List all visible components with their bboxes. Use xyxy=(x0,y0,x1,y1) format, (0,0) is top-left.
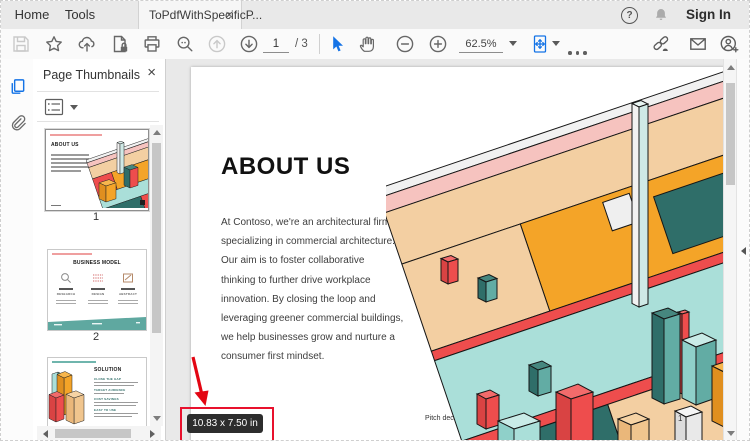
share-people-icon[interactable] xyxy=(719,34,739,54)
tab-document-label: ToPdfWithSpecificP... xyxy=(149,8,263,22)
tab-bar: Home Tools ToPdfWithSpecificP... × ? Sig… xyxy=(1,1,749,30)
expand-tools-pane-icon[interactable] xyxy=(741,247,746,255)
next-page-icon[interactable] xyxy=(239,34,259,54)
panel-horizontal-scrollbar[interactable] xyxy=(37,426,161,440)
right-tools-strip xyxy=(736,59,749,440)
page-heading: ABOUT US xyxy=(221,153,351,180)
mini-illustration-3 xyxy=(48,371,85,425)
mini-heading-3: SOLUTION xyxy=(94,367,122,373)
attachments-paperclip-icon[interactable] xyxy=(8,113,27,132)
zoom-level-value[interactable]: 62.5% xyxy=(459,36,503,53)
thumbnail-page-2[interactable]: BUSINESS MODEL RESEARCH DESIGN ABSTRACT xyxy=(47,249,147,331)
mini-heading-1: ABOUT US xyxy=(51,142,79,148)
tab-document[interactable]: ToPdfWithSpecificP... × xyxy=(138,1,262,29)
panel-hscroll-thumb[interactable] xyxy=(55,429,131,438)
mini-col-abstract: ABSTRACT xyxy=(118,292,138,296)
page-total-label: / 3 xyxy=(295,38,308,50)
mini-sec-1: CLOSE THE GAP xyxy=(94,377,122,381)
fit-dropdown-caret-icon[interactable] xyxy=(552,41,560,46)
panel-scroll-thumb[interactable] xyxy=(152,143,161,333)
notifications-bell-icon[interactable] xyxy=(652,6,670,24)
mini-design-icon xyxy=(93,274,103,282)
panel-scroll-down-icon[interactable] xyxy=(152,416,161,421)
mini-sec-3: COST SAVINGS xyxy=(94,397,119,401)
export-pdf-lock-icon[interactable] xyxy=(110,34,130,54)
panel-title: Page Thumbnails xyxy=(43,68,141,82)
help-icon[interactable]: ? xyxy=(621,7,638,24)
panel-vertical-scrollbar[interactable] xyxy=(150,125,163,426)
toolbar-separator xyxy=(319,34,320,54)
hand-tool-icon[interactable] xyxy=(357,34,377,54)
panel-scroll-left-icon[interactable] xyxy=(43,429,48,438)
document-area: ABOUT US At Contoso, we're an architectu… xyxy=(166,59,749,440)
panel-divider xyxy=(37,91,159,92)
doc-scroll-up-icon[interactable] xyxy=(726,65,735,70)
mini-illustration-1 xyxy=(86,130,148,208)
sign-in-button[interactable]: Sign In xyxy=(686,1,731,29)
thumbnail-2-number: 2 xyxy=(92,331,100,343)
save-icon[interactable] xyxy=(11,34,31,54)
thumbnail-1-number: 1 xyxy=(92,211,100,223)
mini-research-icon xyxy=(61,273,71,283)
navigation-rail xyxy=(1,59,34,440)
isometric-illustration xyxy=(386,67,736,440)
thumbnail-options-button[interactable] xyxy=(44,98,78,116)
mini-heading-2: BUSINESS MODEL xyxy=(73,260,121,266)
pdf-page: ABOUT US At Contoso, we're an architectu… xyxy=(191,67,736,440)
mini-col-design: DESIGN xyxy=(91,292,105,296)
thumbnail-page-3[interactable]: SOLUTION CLOSE THE GAP TARGET AUDIENCE C… xyxy=(47,357,147,427)
tab-home[interactable]: Home xyxy=(9,1,55,29)
select-tool-icon[interactable] xyxy=(327,34,347,54)
page-number-footer: 1 xyxy=(678,414,683,423)
mini-abstract-icon xyxy=(123,273,133,283)
toolbar: 1 / 3 62.5% xyxy=(1,29,749,60)
panel-close-icon[interactable]: × xyxy=(147,64,156,81)
panel-scroll-up-icon[interactable] xyxy=(152,130,161,135)
fit-page-icon[interactable] xyxy=(530,34,550,54)
share-link-icon[interactable] xyxy=(651,34,671,54)
page-thumbnails-panel: Page Thumbnails × ABOUT US 1 BUSINESS MO… xyxy=(33,59,166,440)
panel-divider2 xyxy=(37,121,159,122)
tab-tools[interactable]: Tools xyxy=(57,1,103,29)
previous-page-icon[interactable] xyxy=(207,34,227,54)
email-icon[interactable] xyxy=(688,34,708,54)
page-number-input[interactable]: 1 xyxy=(263,36,289,53)
more-tools-icon[interactable] xyxy=(568,42,592,55)
document-vertical-scrollbar[interactable] xyxy=(723,59,737,440)
doc-scroll-down-icon[interactable] xyxy=(726,431,735,436)
upload-cloud-icon[interactable] xyxy=(77,34,97,54)
zoom-dropdown-caret-icon[interactable] xyxy=(509,41,517,46)
mini-sec-4: EASY TO USE xyxy=(94,408,117,412)
close-tab-icon[interactable]: × xyxy=(225,1,233,28)
zoom-out-icon[interactable] xyxy=(395,34,415,54)
thumbnail-page-1[interactable]: ABOUT US xyxy=(45,129,149,211)
annotation-arrow-icon xyxy=(191,356,209,406)
annotation-highlight-box xyxy=(180,407,274,440)
mini-col-research: RESEARCH xyxy=(56,292,76,296)
doc-scroll-thumb[interactable] xyxy=(726,83,735,185)
search-icon[interactable] xyxy=(175,34,195,54)
mini-teal-band xyxy=(48,317,146,330)
options-caret-icon xyxy=(70,105,78,110)
page-thumbnails-rail-icon[interactable] xyxy=(8,77,27,96)
print-icon[interactable] xyxy=(142,34,162,54)
mini-sec-2: TARGET AUDIENCE xyxy=(94,388,126,392)
acrobat-window: Home Tools ToPdfWithSpecificP... × ? Sig… xyxy=(0,0,750,441)
panel-scroll-right-icon[interactable] xyxy=(150,429,155,438)
star-favorite-icon[interactable] xyxy=(44,34,64,54)
zoom-in-icon[interactable] xyxy=(428,34,448,54)
